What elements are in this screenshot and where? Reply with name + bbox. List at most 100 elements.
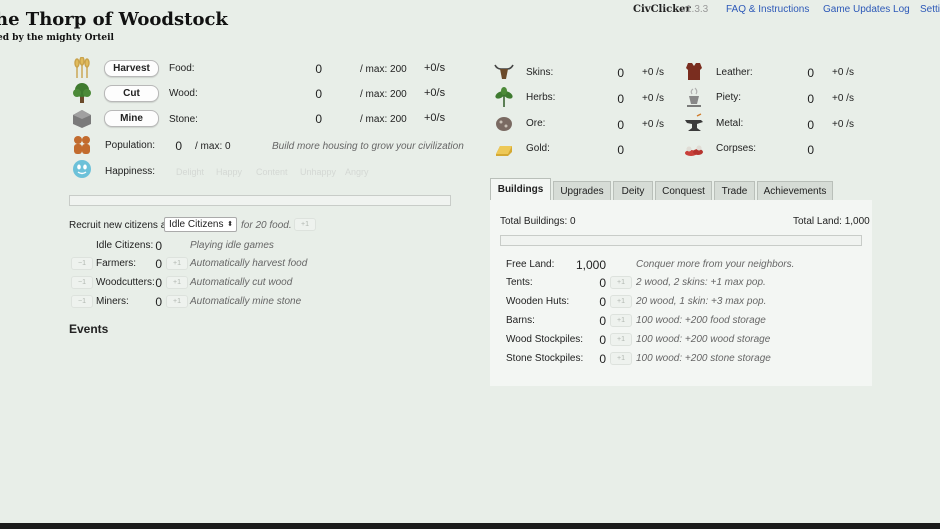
wood-max: / max: 200 — [360, 89, 407, 100]
stone-stockpiles-label: Stone Stockpiles: — [506, 353, 584, 364]
harvest-button[interactable]: Harvest — [104, 60, 159, 77]
happiness-progress-bar — [69, 195, 451, 206]
skins-value: 0 — [617, 66, 624, 80]
gold-label: Gold: — [526, 143, 550, 154]
farmers-value: 0 — [155, 257, 162, 271]
incense-icon — [687, 87, 701, 107]
miners-desc: Automatically mine stone — [190, 296, 302, 307]
tree-icon — [73, 83, 91, 103]
recruit-plus-button[interactable]: +1 — [294, 218, 316, 231]
wooden-huts-cost: 20 wood, 1 skin: +3 max pop. — [636, 296, 767, 307]
herbs-value: 0 — [617, 92, 624, 106]
tab-trade[interactable]: Trade — [714, 181, 755, 201]
stone-rate: +0/s — [424, 112, 446, 124]
tab-deity[interactable]: Deity — [613, 181, 653, 201]
piety-label: Piety: — [716, 92, 742, 103]
herbs-rate: +0 /s — [642, 93, 664, 104]
barns-plus-button[interactable]: +1 — [610, 314, 632, 327]
happiness-level-unhappy: Unhappy — [300, 167, 337, 177]
woodcutters-minus-button[interactable]: −1 — [71, 276, 93, 289]
tab-achievements[interactable]: Achievements — [757, 181, 833, 201]
updates-log-link[interactable]: Game Updates Log — [823, 4, 910, 15]
recruit-prefix: Recruit new citizens as — [69, 220, 172, 231]
population-label: Population: — [105, 140, 156, 151]
tab-buildings[interactable]: Buildings — [490, 178, 551, 201]
woodcutters-label: Woodcutters: — [96, 277, 155, 288]
miners-plus-button[interactable]: +1 — [166, 295, 188, 308]
select-arrows-icon: ⬍ — [227, 221, 233, 228]
civ-title: he Thorp of Woodstock — [0, 9, 228, 30]
population-icon — [74, 136, 90, 154]
corpses-value: 0 — [807, 143, 814, 157]
farmers-minus-button[interactable]: −1 — [71, 257, 93, 270]
wooden-huts-label: Wooden Huts: — [506, 296, 570, 307]
stone-label: Stone: — [169, 114, 198, 125]
woodcutters-plus-button[interactable]: +1 — [166, 276, 188, 289]
stone-stockpiles-plus-button[interactable]: +1 — [610, 352, 632, 365]
leather-value: 0 — [807, 66, 814, 80]
metal-rate: +0 /s — [832, 119, 854, 130]
metal-value: 0 — [807, 118, 814, 132]
leather-label: Leather: — [716, 67, 753, 78]
wood-stockpiles-cost: 100 wood: +200 wood storage — [636, 334, 771, 345]
food-max: / max: 200 — [360, 64, 407, 75]
gold-value: 0 — [617, 143, 624, 157]
barns-cost: 100 wood: +200 food storage — [636, 315, 766, 326]
wooden-huts-plus-button[interactable]: +1 — [610, 295, 632, 308]
anvil-icon — [685, 113, 703, 131]
leather-rate: +0 /s — [832, 67, 854, 78]
stone-stockpiles-value: 0 — [599, 352, 606, 366]
ore-rock-icon — [496, 117, 512, 131]
tents-label: Tents: — [506, 277, 533, 288]
wood-stockpiles-label: Wood Stockpiles: — [506, 334, 584, 345]
idle-citizens-label: Idle Citizens: — [96, 240, 154, 251]
happiness-level-happy: Happy — [216, 167, 243, 177]
corpses-icon — [685, 145, 703, 156]
skins-label: Skins: — [526, 67, 554, 78]
ore-rate: +0 /s — [642, 119, 664, 130]
tents-plus-button[interactable]: +1 — [610, 276, 632, 289]
wooden-huts-value: 0 — [599, 295, 606, 309]
population-hint: Build more housing to grow your civiliza… — [272, 141, 464, 152]
free-land-label: Free Land: — [506, 259, 555, 270]
miners-minus-button[interactable]: −1 — [71, 295, 93, 308]
recruit-job-select[interactable]: Idle Citizens ⬍ — [164, 217, 237, 232]
food-label: Food: — [169, 63, 195, 74]
happiness-level-delight: Delight — [176, 167, 205, 177]
events-heading: Events — [69, 322, 109, 336]
idle-citizens-value: 0 — [155, 239, 162, 253]
bottom-edge-strip — [0, 523, 940, 529]
stone-value: 0 — [315, 112, 322, 126]
ore-label: Ore: — [526, 118, 546, 129]
happiness-level-content: Content — [256, 167, 288, 177]
metal-label: Metal: — [716, 118, 744, 129]
barns-label: Barns: — [506, 315, 535, 326]
total-land: Total Land: 1,000 — [793, 216, 870, 227]
tents-value: 0 — [599, 276, 606, 290]
free-land-value: 1,000 — [575, 258, 606, 272]
recruit-suffix: for 20 food. — [241, 220, 292, 231]
population-max: / max: 0 — [195, 141, 231, 152]
piety-value: 0 — [807, 92, 814, 106]
settings-link[interactable]: Setti — [920, 4, 940, 15]
food-value: 0 — [315, 62, 322, 76]
tab-upgrades[interactable]: Upgrades — [553, 181, 611, 201]
ore-value: 0 — [617, 118, 624, 132]
piety-rate: +0 /s — [832, 93, 854, 104]
farmers-label: Farmers: — [96, 258, 136, 269]
woodcutters-value: 0 — [155, 276, 162, 290]
farmers-plus-button[interactable]: +1 — [166, 257, 188, 270]
mine-button[interactable]: Mine — [104, 110, 159, 127]
tab-conquest[interactable]: Conquest — [655, 181, 712, 201]
wheat-icon — [74, 57, 90, 78]
gold-bar-icon — [496, 146, 512, 156]
population-value: 0 — [175, 139, 182, 153]
skins-rate: +0 /s — [642, 67, 664, 78]
wood-stockpiles-plus-button[interactable]: +1 — [610, 333, 632, 346]
faq-link[interactable]: FAQ & Instructions — [726, 4, 809, 15]
miners-label: Miners: — [96, 296, 129, 307]
food-rate: +0/s — [424, 62, 446, 74]
cut-button[interactable]: Cut — [104, 85, 159, 102]
ox-skull-icon — [494, 64, 514, 79]
miners-value: 0 — [155, 295, 162, 309]
